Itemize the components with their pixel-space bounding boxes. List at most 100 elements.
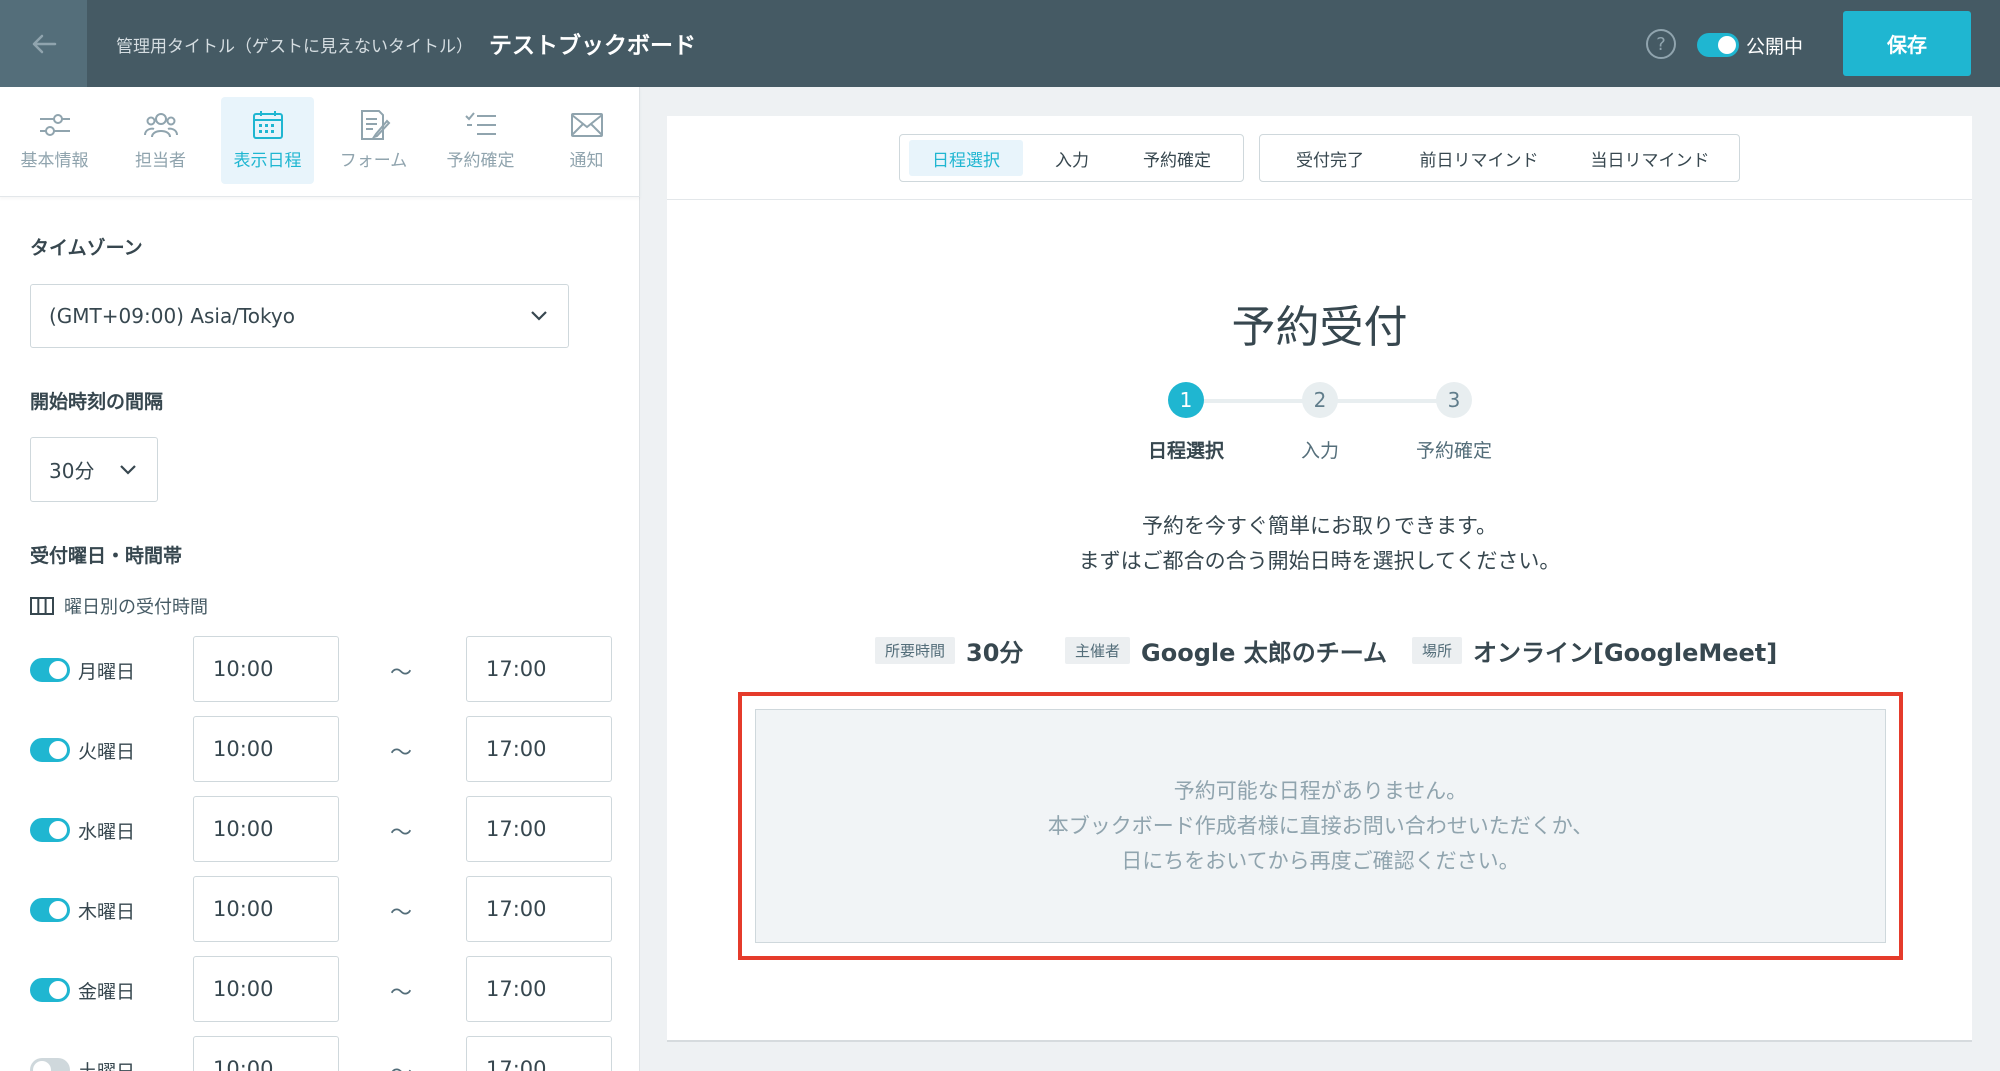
tab-label: 表示日程 [233,151,302,171]
step-connector [1320,399,1454,403]
range-separator: 〜 [390,821,413,846]
meta-tag: 場所 [1412,636,1463,664]
tab-display-schedule[interactable]: 表示日程 [221,97,314,184]
range-separator: 〜 [390,981,413,1006]
start-time-input[interactable]: 10:00 [193,1036,339,1071]
tab-staff[interactable]: 担当者 [114,97,207,184]
day-row-wednesday: 水曜日 10:00 〜 17:00 [30,796,612,862]
no-availability-message: 予約可能な日程がありません。 本ブックボード作成者様に直接お問い合わせいただくか… [1048,774,1594,879]
interval-label: 開始時刻の間隔 [30,391,164,413]
columns-icon [30,597,54,615]
meta-host: 主催者 Google 太郎のチーム [1065,630,1387,670]
range-separator: 〜 [390,901,413,926]
start-time-input[interactable]: 10:00 [193,636,339,702]
admin-title: 管理用タイトル（ゲストに見えないタイトル） [116,37,473,57]
tab-notification[interactable]: 通知 [540,97,633,184]
day-toggle[interactable] [30,898,70,922]
preview-title: 予約受付 [1231,302,1408,353]
meta-value: 30分 [966,638,1024,667]
day-toggle[interactable] [30,738,70,762]
preview-tab-confirm[interactable]: 予約確定 [1119,140,1235,176]
range-separator: 〜 [390,741,413,766]
booking-preview: 日程選択 入力 予約確定 受付完了 前日リマインド 当日リマインド 予約受付 1… [667,116,1972,1042]
top-bar: 管理用タイトル（ゲストに見えないタイトル） テストブックボード ? 公開中 保存 [0,0,2000,87]
day-toggle[interactable] [30,818,70,842]
back-button[interactable] [0,0,87,87]
day-label: 火曜日 [78,741,136,763]
day-row-saturday: 土曜日 10:00 〜 17:00 [30,1036,612,1071]
chevron-down-icon [120,464,136,475]
step-connector [1186,399,1320,403]
start-time-input[interactable]: 10:00 [193,716,339,782]
step-1-label: 日程選択 [1147,440,1224,462]
day-toggle[interactable] [30,1058,70,1071]
publish-toggle[interactable] [1697,33,1739,57]
tab-basic-info[interactable]: 基本情報 [8,97,101,184]
meta-place: 場所 オンライン[GoogleMeet] [1412,630,1777,670]
timezone-select[interactable]: (GMT+09:00) Asia/Tokyo [30,284,569,348]
step-2-label: 入力 [1300,440,1339,462]
no-availability-box: 予約可能な日程がありません。 本ブックボード作成者様に直接お問い合わせいただくか… [755,709,1886,943]
day-label: 金曜日 [78,981,136,1003]
tab-label: 通知 [569,151,604,171]
preview-tab-day-before-remind[interactable]: 前日リマインド [1396,140,1562,176]
day-toggle[interactable] [30,658,70,682]
save-button[interactable]: 保存 [1843,11,1971,76]
meta-duration: 所要時間 30分 [875,630,1023,670]
calendar-icon [252,111,283,139]
tab-booking-confirm[interactable]: 予約確定 [434,97,527,184]
end-time-input[interactable]: 17:00 [466,716,612,782]
day-row-friday: 金曜日 10:00 〜 17:00 [30,956,612,1022]
preview-tab-completed[interactable]: 受付完了 [1270,140,1390,176]
arrow-left-icon [32,34,56,53]
day-label: 水曜日 [78,821,136,843]
end-time-input[interactable]: 17:00 [466,636,612,702]
day-row-thursday: 木曜日 10:00 〜 17:00 [30,876,612,942]
interval-value: 30分 [49,459,95,483]
message-line: 予約可能な日程がありません。 [1173,778,1468,803]
preview-tab-date-select[interactable]: 日程選択 [909,140,1023,176]
day-toggle[interactable] [30,978,70,1002]
publish-label: 公開中 [1746,36,1804,58]
schedule-label: 受付曜日・時間帯 [30,545,183,567]
day-row-monday: 月曜日 10:00 〜 17:00 [30,636,612,702]
end-time-input[interactable]: 17:00 [466,876,612,942]
step-2-circle: 2 [1302,382,1338,418]
weekday-caption[interactable]: 曜日別の受付時間 [30,593,208,619]
settings-panel: 基本情報 担当者 表示日程 フォーム 予約確定 通知 タイムゾーン (GMT+0… [0,87,640,1071]
end-time-input[interactable]: 17:00 [466,956,612,1022]
meta-tag: 所要時間 [875,636,956,664]
day-label: 月曜日 [78,661,136,683]
users-icon [143,113,178,138]
day-label: 土曜日 [78,1057,135,1071]
intro-line: まずはご都合の合う開始日時を選択してください。 [1078,549,1561,573]
tab-form[interactable]: フォーム [327,97,420,184]
timezone-label: タイムゾーン [30,237,143,259]
settings-tabs: 基本情報 担当者 表示日程 フォーム 予約確定 通知 [0,87,640,197]
step-3-label: 予約確定 [1415,440,1492,462]
preview-tabbar: 日程選択 入力 予約確定 受付完了 前日リマインド 当日リマインド [667,116,1972,200]
message-line: 日にちをおいてから再度ご確認ください。 [1121,848,1520,873]
range-separator: 〜 [390,1055,412,1071]
weekday-caption-text: 曜日別の受付時間 [64,597,208,618]
tab-label: 担当者 [135,151,186,171]
step-3-circle: 3 [1436,382,1472,418]
chevron-down-icon [531,311,547,321]
sliders-icon [39,114,70,136]
highlight-frame: 予約可能な日程がありません。 本ブックボード作成者様に直接お問い合わせいただくか… [738,692,1903,960]
preview-tab-input[interactable]: 入力 [1032,140,1112,176]
range-separator: 〜 [390,661,413,686]
interval-select[interactable]: 30分 [30,437,158,502]
help-icon[interactable]: ? [1646,29,1676,59]
start-time-input[interactable]: 10:00 [193,876,339,942]
meta-value: オンライン[GoogleMeet] [1473,638,1778,667]
end-time-input[interactable]: 17:00 [466,796,612,862]
end-time-input[interactable]: 17:00 [466,1036,612,1071]
start-time-input[interactable]: 10:00 [193,956,339,1022]
preview-tab-same-day-remind[interactable]: 当日リマインド [1568,140,1732,176]
day-row-tuesday: 火曜日 10:00 〜 17:00 [30,716,612,782]
board-title[interactable]: テストブックボード [489,26,696,60]
checklist-icon [464,112,496,135]
meta-tag: 主催者 [1065,636,1131,664]
start-time-input[interactable]: 10:00 [193,796,339,862]
